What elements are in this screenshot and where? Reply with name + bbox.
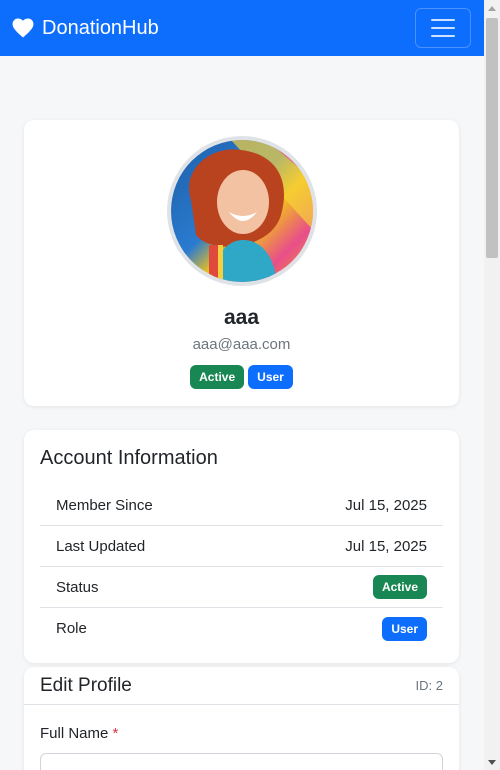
edit-profile-card: Edit Profile ID: 2 Full Name *	[24, 667, 459, 770]
info-row-last-updated: Last Updated Jul 15, 2025	[40, 526, 443, 567]
info-row-role: Role User	[40, 608, 443, 649]
info-value: Jul 15, 2025	[345, 537, 427, 555]
required-mark: *	[112, 725, 119, 742]
scroll-up-arrow-icon[interactable]	[484, 0, 500, 16]
full-name-label-text: Full Name	[40, 725, 109, 742]
profile-card: aaa aaa@aaa.com Active User	[24, 120, 459, 406]
account-information-title: Account Information	[40, 447, 218, 469]
brand-link[interactable]: DonationHub	[12, 17, 159, 40]
brand-name: DonationHub	[42, 16, 159, 39]
full-name-label: Full Name *	[40, 725, 118, 742]
scroll-down-arrow-icon[interactable]	[484, 754, 500, 770]
scroll-thumb[interactable]	[486, 18, 498, 258]
heart-icon	[12, 18, 34, 38]
edit-profile-title: Edit Profile	[40, 675, 132, 696]
info-label: Member Since	[56, 496, 153, 514]
account-information-card: Account Information Member Since Jul 15,…	[24, 430, 459, 663]
info-row-status: Status Active	[40, 567, 443, 608]
top-navbar: DonationHub	[0, 0, 484, 56]
profile-email: aaa@aaa.com	[192, 336, 291, 353]
info-label: Role	[56, 620, 87, 637]
role-badge: User	[248, 365, 293, 389]
profile-name: aaa	[223, 306, 260, 329]
user-id-label: ID: 2	[415, 678, 443, 693]
status-badge: Active	[372, 575, 427, 599]
info-row-member-since: Member Since Jul 15, 2025	[40, 485, 443, 526]
role-badge: User	[382, 616, 427, 641]
hamburger-menu-icon[interactable]	[415, 8, 471, 48]
info-value: Jul 15, 2025	[345, 496, 427, 514]
status-badge: Active	[190, 365, 245, 389]
edit-profile-header: Edit Profile ID: 2	[24, 667, 459, 705]
avatar	[167, 136, 317, 286]
full-name-input[interactable]	[40, 753, 443, 770]
page-scrollbar[interactable]	[484, 0, 500, 770]
info-label: Status	[56, 578, 99, 596]
info-label: Last Updated	[56, 537, 146, 555]
